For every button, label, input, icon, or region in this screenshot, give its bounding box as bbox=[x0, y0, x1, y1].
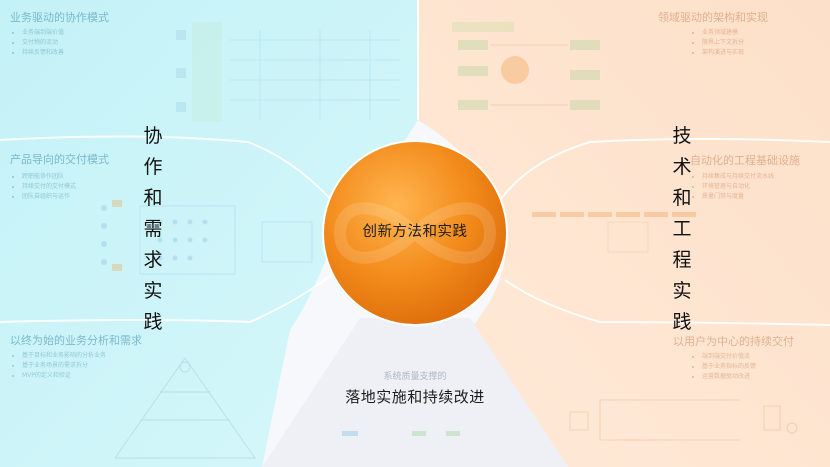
bottom-subtitle: 系统质量支撑的 bbox=[383, 372, 447, 382]
list-item: MVP的定义和验证 bbox=[22, 371, 106, 381]
list-item: 跨职能协作团队 bbox=[22, 172, 76, 182]
list-item: 环境管理与自动化 bbox=[702, 182, 774, 192]
list-item: 限界上下文拆分 bbox=[702, 38, 744, 48]
list-item: 业务端到端价值 bbox=[22, 28, 64, 38]
bullets-bottom-right: 端到端交付价值流 基于业务指标的反馈 运营数据驱动改进 bbox=[690, 352, 756, 382]
bottom-title: 落地实施和持续改进 bbox=[345, 388, 485, 406]
bullets-mid-left: 跨职能协作团队 持续交付的交付模式 团队自组织与运作 bbox=[10, 172, 76, 202]
bullets-bottom-left: 基于目标和业务影响的分析业务 基于业务场景的需求拆分 MVP的定义和验证 bbox=[10, 351, 106, 381]
panel-title-mid-right: 自动化的工程基础设施 bbox=[690, 154, 800, 167]
bullets-mid-right: 持续集成与持续交付流水线 环境管理与自动化 质量门禁与度量 bbox=[690, 172, 774, 202]
list-item: 基于业务指标的反馈 bbox=[702, 362, 756, 372]
list-item: 架构演进与实现 bbox=[702, 48, 744, 58]
bullets-top-left: 业务端到端价值 交付物的流动 持续反馈和改善 bbox=[10, 28, 64, 58]
list-item: 持续反馈和改善 bbox=[22, 48, 64, 58]
list-item: 端到端交付价值流 bbox=[702, 352, 756, 362]
list-item: 持续集成与持续交付流水线 bbox=[702, 172, 774, 182]
list-item: 运营数据驱动改进 bbox=[702, 372, 756, 382]
right-vertical-label: 技 术 和 工 程 实 践 bbox=[672, 125, 692, 333]
bullets-top-right: 业务领域建模 限界上下文拆分 架构演进与实现 bbox=[690, 28, 744, 58]
panel-title-top-right: 领域驱动的架构和实现 bbox=[658, 11, 768, 24]
list-item: 团队自组织与运作 bbox=[22, 192, 76, 202]
center-label: 创新方法和实践 bbox=[362, 224, 468, 240]
list-item: 持续交付的交付模式 bbox=[22, 182, 76, 192]
list-item: 基于业务场景的需求拆分 bbox=[22, 361, 106, 371]
list-item: 质量门禁与度量 bbox=[702, 192, 774, 202]
panel-title-mid-left: 产品导向的交付模式 bbox=[10, 153, 109, 166]
panel-title-bottom-left: 以终为始的业务分析和需求 bbox=[10, 334, 142, 347]
list-item: 基于目标和业务影响的分析业务 bbox=[22, 351, 106, 361]
left-vertical-label: 协 作 和 需 求 实 践 bbox=[143, 125, 163, 333]
mindmap-canvas: 业务驱动的协作模式 业务端到端价值 交付物的流动 持续反馈和改善 产品导向的交付… bbox=[0, 0, 830, 467]
list-item: 业务领域建模 bbox=[702, 28, 744, 38]
list-item: 交付物的流动 bbox=[22, 38, 64, 48]
panel-title-top-left: 业务驱动的协作模式 bbox=[10, 11, 109, 24]
